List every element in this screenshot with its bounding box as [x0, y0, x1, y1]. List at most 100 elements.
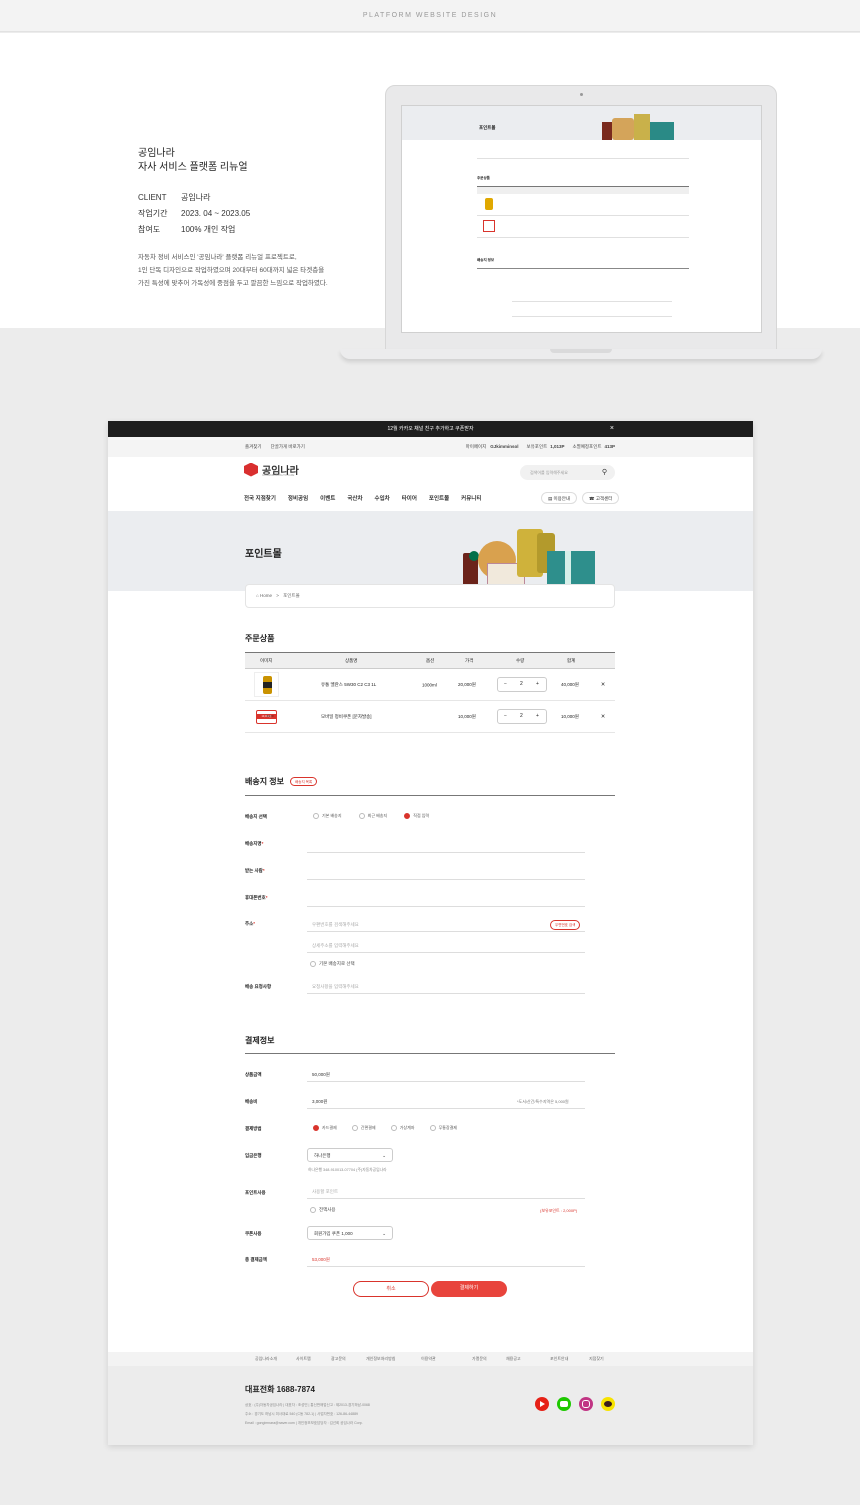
total-label: 총 결제금액: [245, 1257, 267, 1262]
naver-blog-icon[interactable]: [557, 1397, 571, 1411]
point-field[interactable]: 사용할 포인트: [307, 1185, 585, 1199]
project-meta: CLIENT 공임나라 작업기간 2023. 04 ~ 2023.05 참여도 100…: [138, 189, 250, 237]
logo-subtext: GONGIMNARA AUTO CARE: [262, 474, 295, 477]
radio-direct[interactable]: 직접 입력: [404, 813, 429, 819]
plus-icon[interactable]: +: [536, 681, 539, 687]
footer-link[interactable]: 개인정보처리방침: [366, 1356, 395, 1362]
coupon-label: 정비쿠폰: [266, 716, 274, 718]
checkbox-label: 기본 배송지로 선택: [319, 961, 355, 967]
footer-link[interactable]: 사이트맵: [296, 1356, 311, 1362]
default-address-checkbox[interactable]: 기본 배송지로 선택: [310, 961, 355, 967]
delete-icon[interactable]: ×: [601, 713, 605, 720]
mypage-link[interactable]: 마이페이지: [466, 444, 487, 449]
main-nav: 전국 지점찾기 정비공임 이벤트 국산차 수입차 타이어 포인트몰 커뮤니티: [244, 494, 493, 502]
plus-icon[interactable]: +: [536, 713, 539, 719]
footer-link[interactable]: 포인트안내: [550, 1356, 568, 1362]
youtube-icon[interactable]: [535, 1397, 549, 1411]
close-icon[interactable]: ×: [610, 421, 614, 437]
nav-labor-cost[interactable]: 정비공임: [288, 496, 308, 502]
project-title-1: 공임나라: [138, 148, 175, 159]
nav-pointmall[interactable]: 포인트몰: [429, 496, 449, 502]
radio-card[interactable]: 카드결제: [313, 1125, 337, 1131]
points-label: 보유포인트: [526, 444, 548, 449]
nav-import[interactable]: 수입차: [375, 496, 390, 502]
footer: 대표전화 1688-7874 상호 : (주)자동차공임나라 | 대표자 : 조…: [108, 1366, 753, 1445]
minus-icon[interactable]: −: [504, 681, 507, 687]
section-divider: [245, 795, 615, 796]
request-field[interactable]: 요청사항을 입력해주세요: [307, 980, 585, 994]
favorite-shop-link[interactable]: 단골가게 바로가기: [271, 444, 305, 449]
mini-divider: [512, 316, 672, 317]
table-row: 정비쿠폰 10,000원 모바일 정비쿠폰 [문자발송] 10,000원 −2 + …: [245, 701, 615, 733]
footer-link[interactable]: 광고문의: [331, 1356, 346, 1362]
minus-icon[interactable]: −: [504, 713, 507, 719]
bank-select[interactable]: 하나은행 ⌄: [307, 1148, 393, 1162]
address-detail-field[interactable]: 상세주소를 입력해주세요: [307, 939, 585, 953]
phone-field[interactable]: [307, 893, 585, 907]
label-text: 배송지명: [245, 841, 262, 846]
mini-divider: [477, 158, 689, 159]
project-description: 자동차 정비 서비스인 '공임나라' 플랫폼 리뉴얼 프로젝트로, 1인 단독 …: [138, 251, 328, 290]
guide-button[interactable]: ▤ 이용안내: [541, 492, 578, 504]
mini-table-head: [477, 186, 689, 194]
chevron-down-icon: ⌄: [382, 1153, 386, 1158]
pay-button[interactable]: 결제하기: [431, 1281, 507, 1297]
radio-recent[interactable]: 최근 배송지: [358, 813, 387, 819]
order-section-title: 주문상품: [245, 634, 275, 643]
mini-divider: [477, 215, 689, 216]
quantity-stepper[interactable]: − 2 +: [497, 709, 547, 724]
bank-info: 하나은행 348-910013-07704 (주)자동차공임나라: [308, 1168, 387, 1172]
search-icon[interactable]: ⚲: [602, 465, 607, 480]
zipcode-search-button[interactable]: 우편번호 검색: [550, 920, 581, 930]
zipcode-field[interactable]: 우편번호를 검색해주세요: [307, 918, 585, 932]
coupon-select[interactable]: 회원가입 쿠폰 1,000 ⌄: [307, 1226, 393, 1240]
search-input[interactable]: 검색어를 입력해주세요 ⚲: [520, 465, 615, 480]
coupon-image: 정비쿠폰 10,000원: [254, 704, 279, 729]
nav-event[interactable]: 이벤트: [320, 496, 335, 502]
select-value: 회원가입 쿠폰 1,000: [314, 1231, 353, 1236]
receiver-field[interactable]: [307, 866, 585, 880]
search-placeholder: 검색어를 입력해주세요: [530, 470, 568, 475]
laptop-mockup: 포인트몰 주문상품 배송지 정보: [385, 85, 777, 350]
kakao-channel-icon[interactable]: [601, 1397, 615, 1411]
total-value: 53,000원: [307, 1253, 585, 1267]
delete-icon[interactable]: ×: [601, 681, 605, 688]
footer-link[interactable]: 이용약관: [421, 1356, 436, 1362]
radio-icon: [313, 813, 319, 819]
instagram-icon[interactable]: [579, 1397, 593, 1411]
breadcrumb-home[interactable]: Home: [260, 593, 272, 598]
use-all-checkbox[interactable]: 전액사용: [310, 1207, 336, 1213]
fee-note: *도서/산간/특수지역은 5,000원: [517, 1099, 569, 1104]
cancel-button[interactable]: 취소: [353, 1281, 429, 1297]
row-total: 40,000원: [561, 681, 579, 687]
footer-link[interactable]: 가맹문의: [472, 1356, 487, 1362]
cs-label: 고객센터: [595, 496, 613, 501]
checkout-page: 12월 카카오 채널 친구 추가하고 쿠폰받자 × 즐겨찾기 단골가게 바로가기 …: [108, 421, 753, 1445]
bookmark-link[interactable]: 즐겨찾기: [245, 444, 262, 449]
radio-virtual[interactable]: 가상계좌: [390, 1125, 414, 1131]
nav-tire[interactable]: 타이어: [402, 496, 417, 502]
nav-community[interactable]: 커뮤니티: [461, 496, 481, 502]
footer-link[interactable]: 지점찾기: [589, 1356, 604, 1362]
footer-link[interactable]: 공임나라소개: [255, 1356, 277, 1362]
breadcrumb-current: 포인트몰: [283, 593, 300, 598]
radio-easy[interactable]: 간편결제: [351, 1125, 376, 1131]
product-name[interactable]: 모바일 정비쿠폰 [문자발송]: [321, 714, 372, 720]
radio-default[interactable]: 기본 배송지: [313, 813, 342, 819]
cs-button[interactable]: ☎ 고객센터: [582, 492, 620, 504]
site-logo[interactable]: 공임나라 GONGIMNARA AUTO CARE: [244, 462, 299, 477]
ship-name-field[interactable]: [307, 839, 585, 853]
radio-bank[interactable]: 무통장결제: [429, 1125, 457, 1131]
address-list-button[interactable]: 배송지 목록: [290, 777, 318, 786]
footer-link[interactable]: 채용공고: [506, 1356, 521, 1362]
nav-domestic[interactable]: 국산차: [347, 496, 362, 502]
fee-label: 배송비: [245, 1099, 258, 1104]
mini-divider: [477, 237, 689, 238]
quantity-stepper[interactable]: − 2 +: [497, 677, 547, 692]
nav-branch-search[interactable]: 전국 지점찾기: [244, 496, 276, 502]
notice-text[interactable]: 12월 카카오 채널 친구 추가하고 쿠폰받자: [387, 426, 473, 432]
radio-icon: [390, 1125, 397, 1131]
radio-icon: [351, 1125, 358, 1131]
radio-icon: [358, 813, 365, 819]
product-name[interactable]: 유통 엘란스 5W30 C2 C3 1L: [321, 682, 376, 688]
